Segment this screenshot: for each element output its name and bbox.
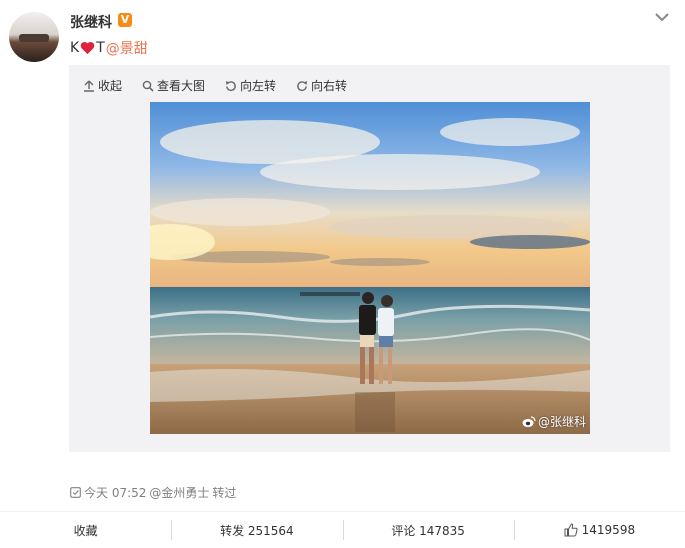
like-count: 1419598 [581, 523, 636, 537]
collapse-button[interactable]: 收起 [83, 77, 122, 94]
watermark-text: @张继科 [537, 415, 586, 429]
weibo-icon [522, 415, 536, 427]
clock-icon [70, 487, 81, 498]
rotate-left-icon [226, 80, 236, 91]
like-button[interactable]: 1419598 [513, 512, 685, 548]
view-large-label: 查看大图 [157, 79, 206, 93]
rotate-right-icon [297, 80, 308, 91]
photo-watermark: @张继科 [522, 413, 586, 430]
view-large-button[interactable]: 查看大图 [142, 77, 205, 94]
thumbs-up-icon [564, 523, 578, 537]
mention-link[interactable]: @景甜 [106, 38, 148, 58]
heart-icon [80, 41, 95, 55]
media-toolbar: 收起 查看大图 向左转 向右转 [83, 77, 347, 94]
repost-label: 转发 251564 [220, 523, 294, 538]
rotate-left-label: 向左转 [240, 79, 277, 93]
collapse-label: 收起 [98, 79, 123, 93]
post-text: K T @景甜 [70, 38, 148, 58]
repost-button[interactable]: 转发 251564 [171, 512, 342, 548]
post-meta: 今天 07:52 @金州勇士 转过 [70, 484, 236, 501]
comment-button[interactable]: 评论 147835 [342, 512, 514, 548]
favorite-button[interactable]: 收藏 [0, 512, 171, 548]
via-user-link[interactable]: @金州勇士 [149, 484, 209, 501]
avatar[interactable] [9, 12, 59, 62]
post-text-start: K [70, 40, 80, 56]
beach-photo[interactable]: @张继科 [150, 102, 590, 434]
beach-photo-image [150, 102, 590, 434]
chevron-down-icon[interactable] [653, 8, 671, 26]
post-time[interactable]: 今天 07:52 [84, 484, 146, 501]
rotate-right-label: 向右转 [311, 79, 348, 93]
verified-badge: V [118, 13, 132, 27]
via-action: 转过 [212, 486, 237, 500]
favorite-label: 收藏 [73, 523, 98, 538]
username[interactable]: 张继科 [70, 12, 112, 32]
action-bar: 收藏 转发 251564 评论 147835 1419598 [0, 511, 685, 548]
media-viewer: 收起 查看大图 向左转 向右转 @张继科 [69, 65, 670, 452]
rotate-left-button[interactable]: 向左转 [225, 77, 276, 94]
rotate-right-button[interactable]: 向右转 [296, 77, 347, 94]
post-text-end: T [96, 40, 105, 56]
search-icon [142, 80, 154, 92]
upload-icon [84, 80, 94, 92]
comment-label: 评论 147835 [391, 523, 465, 538]
